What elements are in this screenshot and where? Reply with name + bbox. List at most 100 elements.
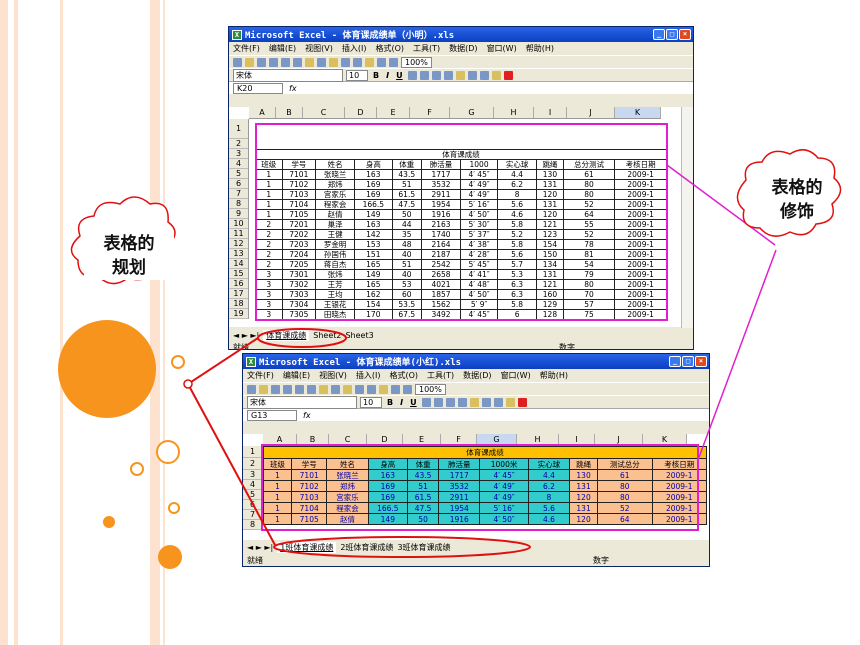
menu-edit[interactable]: 编辑(E) (283, 370, 310, 381)
table-cell[interactable]: 2009-1 (614, 199, 667, 210)
table-cell[interactable]: 64 (562, 209, 616, 220)
table-cell[interactable]: 7105 (291, 513, 328, 525)
table-cell[interactable]: 4′ 49″ (460, 179, 499, 190)
table-cell[interactable]: 2009-1 (614, 239, 667, 250)
column-header-cell[interactable]: 姓名 (315, 159, 356, 170)
menu-insert[interactable]: 插入(I) (342, 43, 367, 54)
table-cell[interactable]: 169 (367, 480, 409, 492)
table-cell[interactable]: 1 (255, 199, 283, 210)
table-cell[interactable]: 5.8 (497, 219, 538, 230)
table-cell[interactable]: 60 (391, 289, 422, 300)
table-cell[interactable]: 2 (255, 219, 283, 230)
col-header[interactable]: J (595, 434, 643, 445)
row-header[interactable]: 10 (229, 219, 248, 229)
table-cell[interactable]: 4′ 49″ (479, 491, 529, 503)
table-cell[interactable]: 1 (255, 209, 283, 220)
indent-icon[interactable] (467, 70, 477, 80)
italic-button[interactable]: I (398, 398, 405, 407)
menu-edit[interactable]: 编辑(E) (269, 43, 296, 54)
table-cell[interactable]: 61.5 (391, 189, 422, 200)
table-cell[interactable]: 6.3 (497, 289, 538, 300)
sort-icon[interactable] (377, 57, 386, 67)
column-header-cell[interactable]: 实心球 (497, 159, 538, 170)
row-header[interactable]: 2 (243, 458, 262, 470)
table-cell[interactable]: 4.6 (497, 209, 538, 220)
close-button[interactable]: × (695, 356, 707, 367)
table-cell[interactable]: 1 (255, 189, 283, 200)
table-cell[interactable]: 2009-1 (614, 219, 667, 230)
table-cell[interactable]: 153 (354, 239, 393, 250)
open-icon[interactable] (245, 57, 254, 67)
border-icon[interactable] (479, 70, 489, 80)
sheet-tab[interactable]: 体育课成绩 (263, 329, 310, 341)
row-header[interactable]: 13 (229, 249, 248, 259)
table-cell[interactable]: 2009-1 (614, 209, 667, 220)
table-cell[interactable]: 165 (354, 259, 393, 270)
table-cell[interactable]: 7205 (281, 259, 317, 270)
table-cell[interactable]: 2009-1 (614, 189, 667, 200)
table-cell[interactable]: 50 (407, 513, 440, 525)
table-cell[interactable]: 2009-1 (614, 309, 667, 320)
table-cell[interactable]: 154 (536, 239, 564, 250)
table-cell[interactable]: 4021 (420, 279, 462, 290)
column-header-cell[interactable]: 实心球 (527, 458, 571, 470)
table-cell[interactable]: 78 (562, 239, 616, 250)
table-cell[interactable]: 2542 (420, 259, 462, 270)
table-cell[interactable]: 2009-1 (614, 259, 667, 270)
col-header[interactable]: K (615, 107, 661, 118)
col-header[interactable]: D (367, 434, 403, 445)
table-cell[interactable]: 7202 (281, 229, 317, 240)
table-cell[interactable]: 王银花 (315, 299, 356, 310)
table-cell[interactable]: 7104 (281, 199, 317, 210)
table-cell[interactable]: 134 (536, 259, 564, 270)
menu-format[interactable]: 格式(O) (375, 43, 404, 54)
table-cell[interactable]: 67.5 (391, 309, 422, 320)
menu-view[interactable]: 视图(V) (319, 370, 347, 381)
table-cell[interactable]: 2164 (420, 239, 462, 250)
table-cell[interactable]: 1 (262, 502, 293, 514)
table-cell[interactable]: 罗金明 (315, 239, 356, 250)
row-header[interactable]: 15 (229, 269, 248, 279)
save-icon[interactable] (257, 57, 266, 67)
table-cell[interactable]: 1 (255, 169, 283, 180)
table-cell[interactable]: 154 (354, 299, 393, 310)
table-cell[interactable]: 64 (597, 513, 653, 525)
table-cell[interactable]: 61 (597, 469, 653, 481)
table-cell[interactable]: 75 (562, 309, 616, 320)
row-header[interactable]: 8 (243, 520, 262, 530)
align-left-icon[interactable] (421, 397, 431, 407)
table-cell[interactable]: 4.4 (527, 469, 571, 481)
column-header-cell[interactable]: 跳绳 (569, 458, 599, 470)
row-header[interactable]: 9 (229, 209, 248, 219)
column-header-cell[interactable]: 班级 (262, 458, 293, 470)
table-cell[interactable]: 4′ 50″ (460, 209, 499, 220)
table-cell[interactable]: 6.3 (497, 279, 538, 290)
row-header[interactable]: 4 (243, 480, 262, 490)
table-cell[interactable]: 128 (536, 309, 564, 320)
vertical-scrollbar[interactable] (681, 107, 693, 332)
col-header[interactable]: E (377, 107, 410, 118)
menu-insert[interactable]: 插入(I) (356, 370, 381, 381)
table-cell[interactable]: 1 (262, 480, 293, 492)
table-cell[interactable]: 51 (391, 179, 422, 190)
col-header[interactable]: H (494, 107, 534, 118)
table-cell[interactable]: 4′ 50″ (479, 513, 529, 525)
table-cell[interactable]: 5′ 16″ (479, 502, 529, 514)
table-title[interactable]: 体育课成绩 (263, 446, 707, 459)
underline-button[interactable]: U (408, 398, 419, 407)
new-icon[interactable] (233, 57, 242, 67)
table-cell[interactable]: 6 (497, 309, 538, 320)
table-cell[interactable]: 1 (255, 179, 283, 190)
table-cell[interactable]: 3 (255, 289, 283, 300)
cut-icon[interactable] (319, 384, 328, 394)
table-cell[interactable]: 1 (262, 491, 293, 503)
row-header[interactable]: 16 (229, 279, 248, 289)
table-cell[interactable]: 7204 (281, 249, 317, 260)
table-cell[interactable]: 120 (569, 491, 599, 503)
table-cell[interactable]: 165 (354, 279, 393, 290)
table-cell[interactable]: 4′ 45″ (460, 169, 499, 180)
table-cell[interactable]: 2009-1 (651, 480, 708, 492)
table-cell[interactable]: 129 (536, 299, 564, 310)
zoom-select[interactable]: 100% (401, 56, 432, 68)
table-cell[interactable]: 王芳 (315, 279, 356, 290)
